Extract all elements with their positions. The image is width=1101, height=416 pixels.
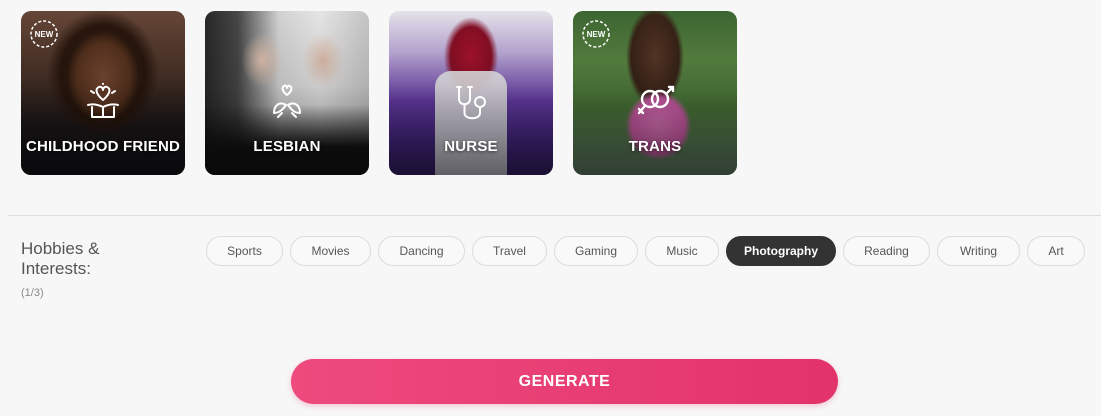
hobby-chip-list: Sports Movies Dancing Travel Gaming Musi…: [206, 236, 1085, 266]
role-card-lesbian[interactable]: LESBIAN: [205, 11, 369, 175]
svg-text:NEW: NEW: [587, 30, 606, 39]
section-divider: [8, 215, 1101, 216]
role-label: CHILDHOOD FRIEND: [25, 138, 181, 155]
hobby-chip-movies[interactable]: Movies: [290, 236, 371, 266]
role-label: LESBIAN: [253, 138, 321, 155]
hobby-chip-writing[interactable]: Writing: [937, 236, 1020, 266]
hobby-chip-dancing[interactable]: Dancing: [378, 236, 465, 266]
page: NEW CHILDHOOD FRIEND LESBIAN NURSE NEW T…: [0, 0, 1101, 416]
hobby-chip-gaming[interactable]: Gaming: [554, 236, 638, 266]
role-card-nurse[interactable]: NURSE: [389, 11, 553, 175]
new-badge-icon: NEW: [30, 20, 58, 48]
hobby-chip-travel[interactable]: Travel: [472, 236, 547, 266]
stethoscope-icon: [456, 86, 486, 120]
generate-button[interactable]: GENERATE: [291, 359, 838, 404]
hearts-doves-icon: [273, 84, 301, 118]
hobbies-selection-count: (1/3): [21, 287, 44, 299]
hobby-chip-reading[interactable]: Reading: [843, 236, 930, 266]
role-label: TRANS: [628, 138, 682, 155]
heart-gift-icon: [87, 83, 119, 118]
svg-text:NEW: NEW: [35, 30, 54, 39]
hobby-chip-photography[interactable]: Photography: [726, 236, 836, 266]
role-card-list: NEW CHILDHOOD FRIEND LESBIAN NURSE NEW T…: [21, 11, 737, 175]
hobby-chip-sports[interactable]: Sports: [206, 236, 283, 266]
role-label: NURSE: [444, 138, 498, 155]
role-card-childhood-friend[interactable]: NEW CHILDHOOD FRIEND: [21, 11, 185, 175]
new-badge-icon: NEW: [582, 20, 610, 48]
role-card-trans[interactable]: NEW TRANS: [573, 11, 737, 175]
hobbies-title: Hobbies & Interests:: [21, 239, 100, 278]
hobby-chip-music[interactable]: Music: [645, 236, 719, 266]
hobby-chip-art[interactable]: Art: [1027, 236, 1085, 266]
transgender-symbol-icon: [637, 85, 675, 115]
